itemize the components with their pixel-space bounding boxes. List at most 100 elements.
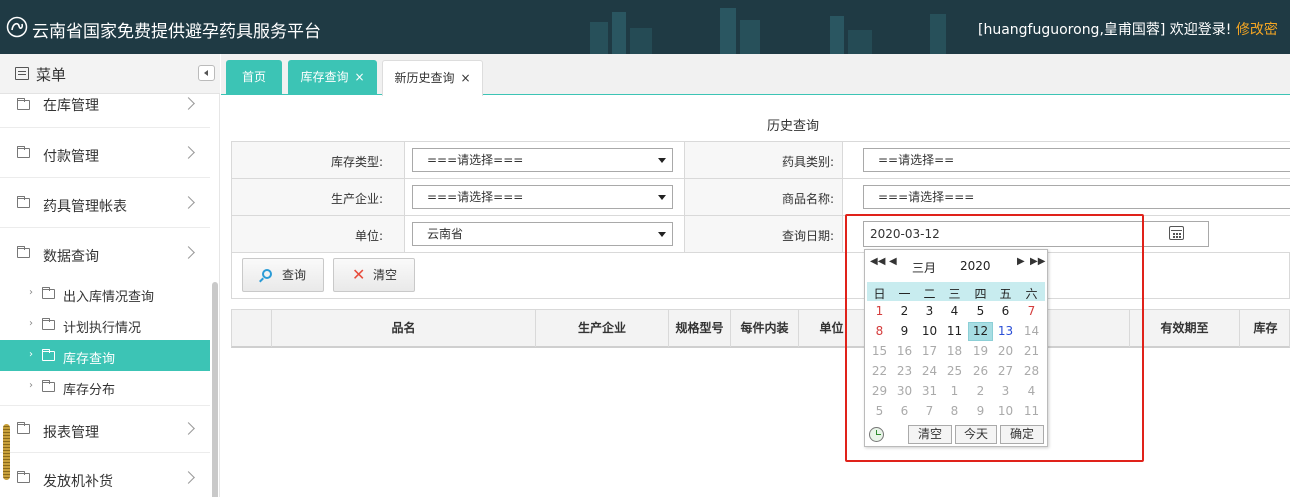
calendar-day[interactable]: 14 <box>1019 322 1044 341</box>
calendar-day[interactable]: 7 <box>917 402 942 421</box>
change-password-link[interactable]: 修改密 <box>1236 22 1278 38</box>
calendar-day[interactable]: 6 <box>892 402 917 421</box>
calendar-day[interactable]: 30 <box>892 382 917 401</box>
calendar-day[interactable]: 12 <box>968 322 993 341</box>
collapse-sidebar-button[interactable] <box>198 65 215 81</box>
calendar-day[interactable]: 11 <box>1019 402 1044 421</box>
calendar-day[interactable]: 2 <box>968 382 993 401</box>
picker-year[interactable]: 2020 <box>960 259 991 273</box>
calendar-day[interactable]: 29 <box>867 382 892 401</box>
calendar-day[interactable]: 20 <box>993 342 1018 361</box>
sidebar-subitem-inout-query[interactable]: › 出入库情况查询 <box>0 278 210 309</box>
calendar-day[interactable]: 11 <box>942 322 967 341</box>
clear-button[interactable]: ✕ 清空 <box>333 258 415 292</box>
tab-history-query[interactable]: 新历史查询 × <box>382 60 483 96</box>
chevron-right-icon <box>182 146 195 159</box>
column-header[interactable]: 品名 <box>272 310 536 347</box>
picker-today-button[interactable]: 今天 <box>955 425 997 444</box>
sidebar-item-payment-management[interactable]: 付款管理 <box>0 130 210 178</box>
calendar-day[interactable]: 7 <box>1019 302 1044 321</box>
calendar-day[interactable]: 18 <box>942 342 967 361</box>
column-header[interactable]: 规格型号 <box>669 310 731 347</box>
calendar-day[interactable]: 3 <box>917 302 942 321</box>
calendar-day[interactable]: 16 <box>892 342 917 361</box>
column-header[interactable]: 每件内装 <box>731 310 799 347</box>
tab-stock-query[interactable]: 库存查询 × <box>288 60 377 95</box>
result-table-header: 品名 生产企业 规格型号 每件内装 单位 数量 有效期至 库存 <box>231 309 1290 348</box>
picker-clear-button[interactable]: 清空 <box>908 425 952 444</box>
calendar-day[interactable]: 5 <box>968 302 993 321</box>
next-month-icon[interactable]: ▶ <box>1017 256 1025 267</box>
calendar-day[interactable]: 15 <box>867 342 892 361</box>
calendar-day[interactable]: 9 <box>968 402 993 421</box>
manufacturer-select[interactable]: ===请选择=== <box>412 185 673 209</box>
calendar-day[interactable]: 4 <box>942 302 967 321</box>
calendar-day[interactable]: 2 <box>892 302 917 321</box>
calendar-day[interactable]: 25 <box>942 362 967 381</box>
close-icon[interactable]: × <box>460 61 470 96</box>
sidebar-item-data-query[interactable]: 数据查询 <box>0 230 210 278</box>
picker-ok-button[interactable]: 确定 <box>1000 425 1044 444</box>
chevron-right-icon <box>182 246 195 259</box>
logo-icon <box>6 16 28 38</box>
calendar-day[interactable]: 8 <box>942 402 967 421</box>
weekday-label: 一 <box>898 287 911 301</box>
query-date-input[interactable]: 2020-03-12 <box>863 221 1209 247</box>
calendar-day[interactable]: 10 <box>993 402 1018 421</box>
sidebar-scrollbar[interactable] <box>212 282 218 497</box>
sidebar-item-dispenser-restock[interactable]: 发放机补货 <box>0 455 210 497</box>
calendar-day[interactable]: 27 <box>993 362 1018 381</box>
calendar-day[interactable]: 1 <box>867 302 892 321</box>
prev-year-icon[interactable]: ◀◀ <box>870 256 885 267</box>
clock-icon[interactable] <box>869 427 884 442</box>
calendar-day[interactable]: 5 <box>867 402 892 421</box>
column-header[interactable]: 单位 <box>799 310 865 347</box>
menu-label: 菜单 <box>36 66 67 84</box>
picker-month[interactable]: 三月 <box>912 259 936 276</box>
calendar-icon[interactable] <box>1169 226 1184 240</box>
sidebar-item-stock-management[interactable]: 在库管理 <box>0 86 210 128</box>
column-header[interactable]: 生产企业 <box>536 310 669 347</box>
search-button[interactable]: 查询 <box>242 258 324 292</box>
product-name-select[interactable]: ===请选择=== <box>863 185 1290 209</box>
calendar-day[interactable]: 31 <box>917 382 942 401</box>
calendar-day[interactable]: 3 <box>993 382 1018 401</box>
calendar-day[interactable]: 10 <box>917 322 942 341</box>
tab-label: 库存查询 <box>300 70 349 84</box>
sidebar-item-drug-ledger[interactable]: 药具管理帐表 <box>0 180 210 228</box>
tab-home[interactable]: 首页 <box>226 60 282 95</box>
manufacturer-value: ===请选择=== <box>427 190 524 204</box>
folder-icon <box>17 196 30 208</box>
calendar-day[interactable]: 19 <box>968 342 993 361</box>
calendar-day[interactable]: 1 <box>942 382 967 401</box>
calendar-day[interactable]: 13 <box>993 322 1018 341</box>
calendar-day[interactable]: 28 <box>1019 362 1044 381</box>
sidebar-subitem-plan-execution[interactable]: › 计划执行情况 <box>0 309 210 340</box>
calendar-day[interactable]: 8 <box>867 322 892 341</box>
calendar-day[interactable]: 17 <box>917 342 942 361</box>
next-year-icon[interactable]: ▶▶ <box>1030 256 1045 267</box>
sidebar-subitem-stock-query[interactable]: › 库存查询 <box>0 340 210 371</box>
sidebar-subitem-stock-distribution[interactable]: › 库存分布 <box>0 371 210 402</box>
close-icon[interactable]: × <box>354 60 364 95</box>
calendar-day[interactable]: 26 <box>968 362 993 381</box>
calendar-day[interactable]: 21 <box>1019 342 1044 361</box>
column-header[interactable]: 有效期至 <box>1130 310 1240 347</box>
stock-type-select[interactable]: ===请选择=== <box>412 148 673 172</box>
sidebar-item-report-management[interactable]: 报表管理 <box>0 405 210 453</box>
calendar-day[interactable]: 6 <box>993 302 1018 321</box>
calendar-day[interactable]: 22 <box>867 362 892 381</box>
calendar-day[interactable]: 24 <box>917 362 942 381</box>
calendar-day[interactable]: 23 <box>892 362 917 381</box>
resize-handle[interactable] <box>3 424 10 480</box>
unit-select[interactable]: 云南省 <box>412 222 673 246</box>
calendar-day[interactable]: 4 <box>1019 382 1044 401</box>
drug-category-select[interactable]: ==请选择== <box>863 148 1290 172</box>
clear-icon: ✕ <box>352 265 366 284</box>
drug-category-value: ==请选择== <box>878 153 955 167</box>
column-header[interactable]: 库存 <box>1240 310 1290 347</box>
prev-month-icon[interactable]: ◀ <box>889 256 897 267</box>
weekday-label: 五 <box>999 287 1012 301</box>
weekday-header: 日 一 二 三 四 五 六 <box>867 282 1045 301</box>
calendar-day[interactable]: 9 <box>892 322 917 341</box>
